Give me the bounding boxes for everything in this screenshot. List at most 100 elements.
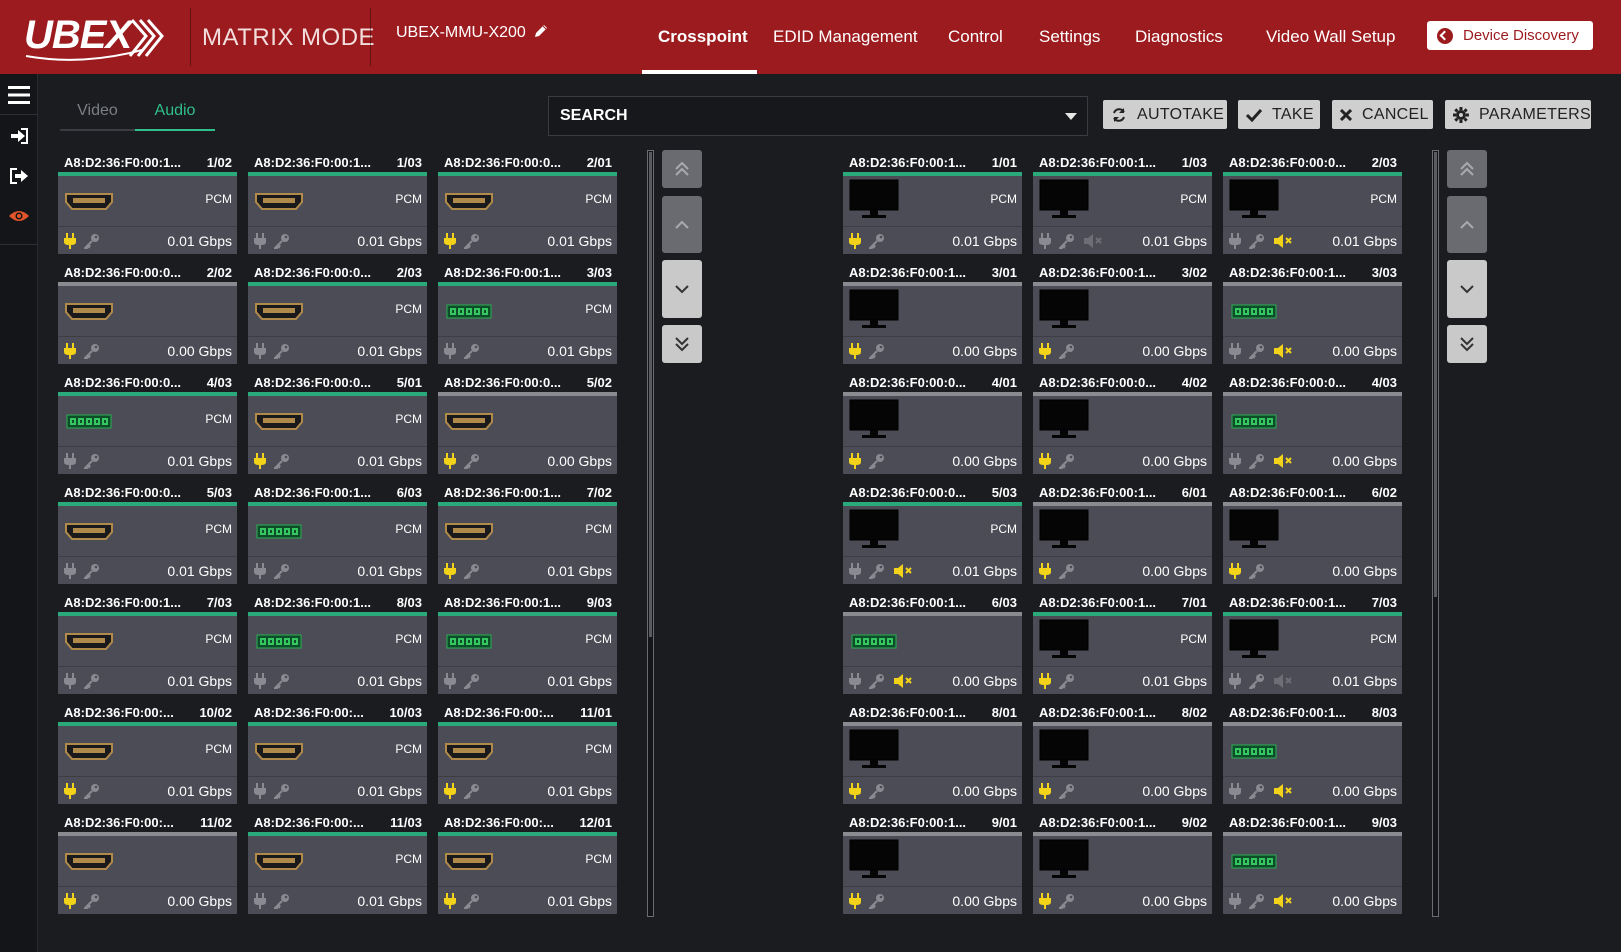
take-button[interactable]: TAKE	[1238, 100, 1320, 129]
source-tile[interactable]: A8:D2:36:F0:00:... 12/01 PCM 0.01 Gbps	[438, 812, 617, 914]
mute-icon[interactable]	[1273, 893, 1293, 914]
device-name[interactable]: UBEX-MMU-X200	[396, 23, 549, 42]
sources-scroll-thumb[interactable]	[649, 152, 652, 637]
chevron-down-icon	[1065, 113, 1077, 120]
destination-tile[interactable]: A8:D2:36:F0:00:1... 3/01 0.00 Gbps	[843, 262, 1022, 364]
destination-tile[interactable]: A8:D2:36:F0:00:1... 6/02 0.00 Gbps	[1223, 482, 1402, 584]
destinations-page-bottom-button[interactable]	[1447, 325, 1487, 363]
mute-icon[interactable]	[1273, 783, 1293, 804]
parameters-button[interactable]: PARAMETERS	[1445, 100, 1591, 129]
source-tile[interactable]: A8:D2:36:F0:00:... 11/02 0.00 Gbps	[58, 812, 237, 914]
destinations-page-top-button[interactable]	[1447, 150, 1487, 188]
mute-icon[interactable]	[1273, 453, 1293, 474]
tile-footer: 0.01 Gbps	[58, 667, 237, 694]
source-tile[interactable]: A8:D2:36:F0:00:1... 3/03 PCM 0.01 Gbps	[438, 262, 617, 364]
port-label: 6/03	[396, 485, 422, 500]
plug-icon	[849, 893, 861, 914]
tile-footer: 0.00 Gbps	[1033, 887, 1212, 914]
source-tile[interactable]: A8:D2:36:F0:00:... 11/03 PCM 0.01 Gbps	[248, 812, 427, 914]
source-tile[interactable]: A8:D2:36:F0:00:1... 6/03 PCM 0.01 Gbps	[248, 482, 427, 584]
login-button[interactable]	[0, 118, 38, 154]
cancel-button[interactable]: CANCEL	[1332, 100, 1433, 129]
destination-tile[interactable]: A8:D2:36:F0:00:1... 8/03 0.00 Gbps	[1223, 702, 1402, 804]
destination-tile[interactable]: A8:D2:36:F0:00:1... 7/01 PCM 0.01 Gbps	[1033, 592, 1212, 694]
source-tile[interactable]: A8:D2:36:F0:00:0... 2/01 PCM 0.01 Gbps	[438, 152, 617, 254]
mac-address: A8:D2:36:F0:00:0...	[254, 375, 372, 390]
nav-settings[interactable]: Settings	[1039, 0, 1100, 74]
sources-page-bottom-button[interactable]	[662, 325, 702, 363]
device-discovery-button[interactable]: Device Discovery	[1427, 21, 1593, 50]
source-tile[interactable]: A8:D2:36:F0:00:0... 5/02 0.00 Gbps	[438, 372, 617, 474]
destination-tile[interactable]: A8:D2:36:F0:00:1... 1/03 PCM 0.01 Gbps	[1033, 152, 1212, 254]
port-label: 8/02	[1181, 705, 1207, 720]
source-tile[interactable]: A8:D2:36:F0:00:... 11/01 PCM 0.01 Gbps	[438, 702, 617, 804]
tab-audio[interactable]: Audio	[135, 99, 215, 131]
destination-tile[interactable]: A8:D2:36:F0:00:1... 7/03 PCM 0.01 Gbps	[1223, 592, 1402, 694]
destinations-page-down-button[interactable]	[1447, 260, 1487, 318]
mute-icon[interactable]	[1083, 233, 1103, 254]
destination-tile[interactable]: A8:D2:36:F0:00:1... 9/03 0.00 Gbps	[1223, 812, 1402, 914]
mute-icon[interactable]	[1273, 233, 1293, 254]
source-tile[interactable]: A8:D2:36:F0:00:... 10/03 PCM 0.01 Gbps	[248, 702, 427, 804]
mute-icon[interactable]	[1273, 673, 1293, 694]
destination-tile[interactable]: A8:D2:36:F0:00:0... 4/01 0.00 Gbps	[843, 372, 1022, 474]
destination-tile[interactable]: A8:D2:36:F0:00:0... 5/03 PCM 0.01 Gbps	[843, 482, 1022, 584]
destination-tile[interactable]: A8:D2:36:F0:00:1... 6/03 0.00 Gbps	[843, 592, 1022, 694]
tab-video[interactable]: Video	[60, 99, 135, 131]
autotake-button[interactable]: AUTOTAKE	[1103, 100, 1227, 129]
nav-diagnostics[interactable]: Diagnostics	[1135, 0, 1223, 74]
tile-footer: 0.01 Gbps	[438, 337, 617, 364]
source-tile[interactable]: A8:D2:36:F0:00:0... 5/03 PCM 0.01 Gbps	[58, 482, 237, 584]
source-tile[interactable]: A8:D2:36:F0:00:0... 4/03 PCM 0.01 Gbps	[58, 372, 237, 474]
source-tile[interactable]: A8:D2:36:F0:00:0... 2/03 PCM 0.01 Gbps	[248, 262, 427, 364]
source-tile[interactable]: A8:D2:36:F0:00:0... 5/01 PCM 0.01 Gbps	[248, 372, 427, 474]
view-button[interactable]	[0, 198, 38, 234]
search-dropdown[interactable]: SEARCH	[548, 96, 1088, 136]
cancel-label: CANCEL	[1362, 105, 1429, 123]
destination-tile[interactable]: A8:D2:36:F0:00:1... 8/01 0.00 Gbps	[843, 702, 1022, 804]
logout-button[interactable]	[0, 158, 38, 194]
sources-page-top-button[interactable]	[662, 150, 702, 188]
nav-edid-management[interactable]: EDID Management	[773, 0, 918, 74]
destination-tile[interactable]: A8:D2:36:F0:00:1... 3/03 0.00 Gbps	[1223, 262, 1402, 364]
nav-crosspoint[interactable]: Crosspoint	[658, 0, 748, 74]
pcm-label: PCM	[395, 192, 422, 206]
mute-icon[interactable]	[893, 563, 913, 584]
source-tile[interactable]: A8:D2:36:F0:00:... 10/02 PCM 0.01 Gbps	[58, 702, 237, 804]
menu-button[interactable]	[0, 77, 38, 113]
source-tile[interactable]: A8:D2:36:F0:00:1... 1/03 PCM 0.01 Gbps	[248, 152, 427, 254]
destination-tile[interactable]: A8:D2:36:F0:00:1... 1/01 PCM 0.01 Gbps	[843, 152, 1022, 254]
mute-icon[interactable]	[1273, 343, 1293, 364]
mac-address: A8:D2:36:F0:00:1...	[444, 265, 562, 280]
pcm-label: PCM	[585, 302, 612, 316]
destinations-page-up-button[interactable]	[1447, 196, 1487, 253]
sources-page-up-button[interactable]	[662, 196, 702, 253]
source-tile[interactable]: A8:D2:36:F0:00:1... 9/03 PCM 0.01 Gbps	[438, 592, 617, 694]
destinations-scrollbar[interactable]	[1432, 150, 1439, 917]
source-tile[interactable]: A8:D2:36:F0:00:1... 7/03 PCM 0.01 Gbps	[58, 592, 237, 694]
monitor-icon	[1229, 619, 1279, 666]
tile-footer: 0.01 Gbps	[248, 227, 427, 254]
ubex-logo[interactable]: UBEX	[22, 12, 172, 62]
mute-icon[interactable]	[893, 673, 913, 694]
source-tile[interactable]: A8:D2:36:F0:00:1... 1/02 PCM 0.01 Gbps	[58, 152, 237, 254]
destination-tile[interactable]: A8:D2:36:F0:00:1... 9/02 0.00 Gbps	[1033, 812, 1212, 914]
sources-scrollbar[interactable]	[647, 150, 654, 917]
source-tile[interactable]: A8:D2:36:F0:00:1... 7/02 PCM 0.01 Gbps	[438, 482, 617, 584]
signal-status-bar	[438, 722, 617, 726]
destination-tile[interactable]: A8:D2:36:F0:00:1... 8/02 0.00 Gbps	[1033, 702, 1212, 804]
sources-page-down-button[interactable]	[662, 260, 702, 318]
source-tile[interactable]: A8:D2:36:F0:00:1... 8/03 PCM 0.01 Gbps	[248, 592, 427, 694]
destination-tile[interactable]: A8:D2:36:F0:00:1... 3/02 0.00 Gbps	[1033, 262, 1212, 364]
destination-tile[interactable]: A8:D2:36:F0:00:1... 6/01 0.00 Gbps	[1033, 482, 1212, 584]
nav-control[interactable]: Control	[948, 0, 1003, 74]
tile-footer: 0.01 Gbps	[1223, 227, 1402, 254]
destination-tile[interactable]: A8:D2:36:F0:00:0... 4/03 0.00 Gbps	[1223, 372, 1402, 474]
destination-tile[interactable]: A8:D2:36:F0:00:0... 4/02 0.00 Gbps	[1033, 372, 1212, 474]
destination-tile[interactable]: A8:D2:36:F0:00:0... 2/03 PCM 0.01 Gbps	[1223, 152, 1402, 254]
destinations-scroll-thumb[interactable]	[1434, 152, 1437, 597]
pencil-icon[interactable]	[533, 23, 549, 39]
source-tile[interactable]: A8:D2:36:F0:00:0... 2/02 0.00 Gbps	[58, 262, 237, 364]
destination-tile[interactable]: A8:D2:36:F0:00:1... 9/01 0.00 Gbps	[843, 812, 1022, 914]
nav-video-wall-setup[interactable]: Video Wall Setup	[1266, 0, 1395, 74]
